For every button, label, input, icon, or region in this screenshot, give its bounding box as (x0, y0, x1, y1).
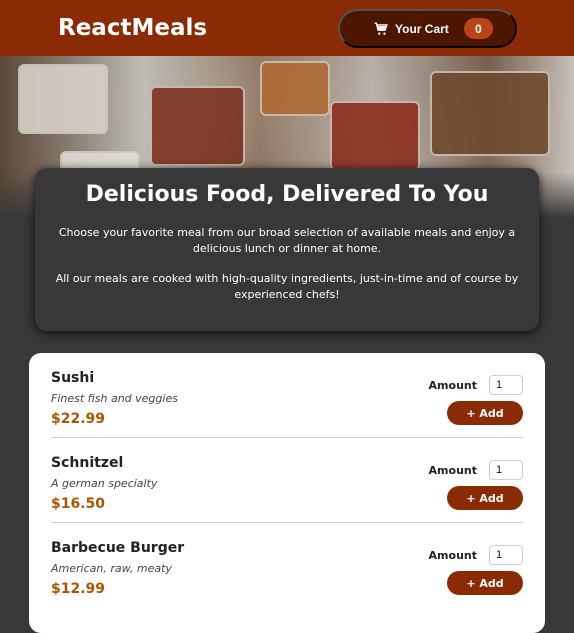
meals-list: Sushi Finest fish and veggies $22.99 Amo… (29, 353, 545, 633)
meal-item: Barbecue Burger American, raw, meaty $12… (51, 523, 523, 608)
meal-item: Sushi Finest fish and veggies $22.99 Amo… (51, 353, 523, 438)
amount-input[interactable] (489, 460, 523, 480)
cart-count-badge: 0 (463, 18, 493, 39)
add-button[interactable]: + Add (447, 486, 523, 510)
amount-input[interactable] (489, 375, 523, 395)
cart-button[interactable]: Your Cart 0 (338, 9, 517, 48)
cart-label: Your Cart (395, 21, 449, 36)
amount-row: Amount (429, 545, 523, 565)
amount-label: Amount (428, 378, 477, 392)
amount-input[interactable] (489, 545, 523, 565)
app-title: ReactMeals (58, 15, 208, 41)
cart-icon (374, 21, 388, 36)
amount-row: Amount (429, 375, 523, 395)
summary-title: Delicious Food, Delivered To You (85, 182, 489, 207)
meal-item: Schnitzel A german specialty $16.50 Amou… (51, 438, 523, 523)
summary-text: All our meals are cooked with high-quali… (55, 271, 519, 301)
amount-row: Amount (429, 460, 523, 480)
add-button[interactable]: + Add (447, 401, 523, 425)
add-button[interactable]: + Add (447, 571, 523, 595)
summary-text: Choose your favorite meal from our broad… (58, 226, 516, 255)
amount-label: Amount (428, 548, 477, 562)
amount-label: Amount (428, 463, 477, 477)
app-header: ReactMeals Your Cart 0 (0, 0, 574, 56)
meals-summary: Delicious Food, Delivered To You Choose … (35, 168, 539, 331)
